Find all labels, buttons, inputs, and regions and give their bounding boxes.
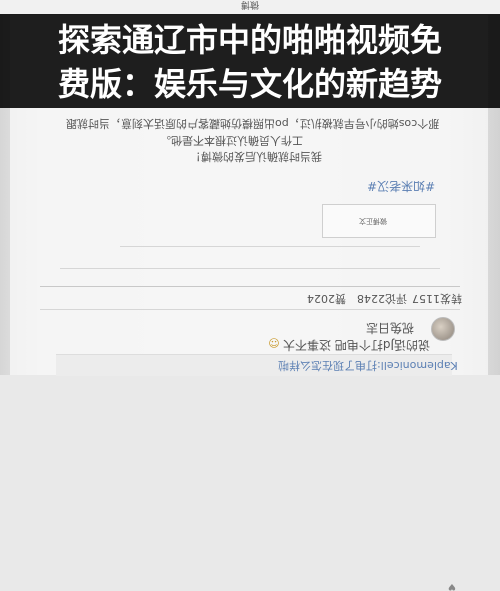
like-count[interactable]: 赞2024 (307, 291, 346, 307)
comment-text: 说的话Jd打个电吧 这事不大 (283, 338, 430, 352)
app-top-bar: 微博 (0, 0, 500, 15)
content-divider (120, 246, 420, 247)
post-stats-row: 转发1157 评论2248 赞2024 ♥ (0, 287, 500, 591)
avatar[interactable] (431, 317, 455, 341)
banner-title-line-2: 费版：娱乐与文化的新趋势 (57, 65, 442, 103)
app-title: 微博 (241, 0, 260, 9)
hashtag-link[interactable]: #如来老汉# (367, 178, 435, 195)
like-icon[interactable]: ♥ (446, 581, 456, 591)
comment-count[interactable]: 评论2248 (357, 291, 407, 307)
banner-title-line-1: 探索通辽市中的啪啪视频免 (57, 21, 442, 59)
comments-divider (40, 309, 460, 310)
repost-card[interactable]: 微博正文 (322, 204, 436, 238)
post-text-line-1: 那个cos她的小号早就被扒过，po出照模仿她藏客户的原话太刻意，当时就跟 (66, 117, 440, 130)
quoted-reply[interactable]: Kaplemonicell:打电了现在怎么样啦 (56, 354, 458, 376)
comment-username[interactable]: 祝兔日志 (366, 320, 414, 337)
repost-count[interactable]: 转发1157 (412, 291, 462, 307)
post-text-line-3: 我当时就确认后发的微博！ (190, 150, 322, 163)
emoji-icon: ☺ (268, 337, 280, 350)
post-text-line-2: 工作人员确认过根本不是他。 (160, 134, 303, 147)
content-divider (60, 268, 440, 269)
title-banner: 探索通辽市中的啪啪视频免 费版：娱乐与文化的新趋势 (0, 14, 500, 108)
quoted-reply-text: Kaplemonicell:打电了现在怎么样啦 (278, 359, 458, 372)
repost-card-label: 微博正文 (359, 217, 387, 225)
